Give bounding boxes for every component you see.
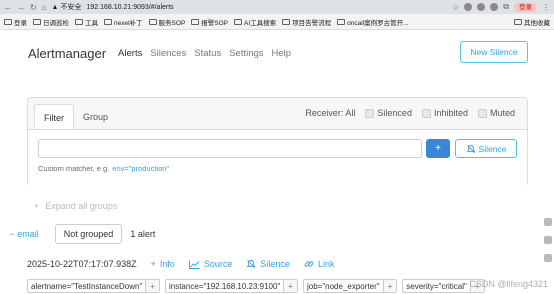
side-toolbar [544,218,553,262]
watermark: CSDN @lifeng4321 [469,279,548,289]
label-job[interactable]: job="node_exporter" + [302,279,398,293]
filter-card: Filter Group Receiver: All Silenced Inhi… [27,97,528,187]
checkbox-box [365,108,375,118]
folder-icon [282,18,291,25]
bookmark-item[interactable]: 工具 [75,17,98,27]
source-link[interactable]: Source [188,259,232,269]
extension-icon[interactable] [490,3,499,11]
plus-icon[interactable]: + [382,280,397,292]
folder-icon [33,18,41,25]
minus-icon: − [9,229,15,239]
new-silence-button[interactable]: New Silence [460,41,528,63]
nav-silences[interactable]: Silences [150,48,186,59]
chart-line-icon [188,260,200,269]
info-button[interactable]: + Info [151,259,175,269]
star-icon[interactable]: ☆ [452,3,459,12]
nav-status[interactable]: Status [194,48,221,59]
alert-count: 1 alert [130,229,156,239]
checkbox-box [421,108,431,118]
receiver-dropdown[interactable]: Receiver: All [305,108,355,118]
alert-group-header: − email Not grouped 1 alert [9,224,155,244]
app-navbar: Alertmanager Alerts Silences Status Sett… [0,31,554,75]
nav-alerts[interactable]: Alerts [118,48,142,59]
not-grouped-badge: Not grouped [54,224,123,244]
menu-icon[interactable]: ⋮ [542,3,550,12]
insecure-label: 不安全 [60,4,82,11]
bookmark-item[interactable]: AI工具搜索 [234,17,276,27]
reload-icon[interactable]: ↻ [30,3,37,12]
collapse-group-toggle[interactable]: − email [9,229,39,239]
url-field[interactable]: 192.168.10.21:9093/#/alerts [86,4,173,11]
folder-icon [4,18,12,25]
silence-alert-button[interactable]: Silence [246,259,290,269]
folder-icon [234,18,243,25]
bell-slash-icon [247,259,256,269]
plus-icon[interactable]: + [145,280,159,292]
sidebar-icon[interactable] [544,218,552,226]
alert-item: 2025-10-22T07:17:07.938Z + Info Source S… [27,259,334,269]
plus-icon: + [150,259,156,269]
nav-help[interactable]: Help [272,48,292,59]
home-icon[interactable]: ⌂ [42,3,47,12]
muted-checkbox[interactable]: Muted [477,108,515,118]
folder-icon [75,18,83,25]
bell-slash-icon [466,144,475,153]
insecure-indicator[interactable]: ▲ 不安全 [52,2,82,12]
bookmark-item[interactable]: 报警SOP [191,17,228,27]
login-button[interactable]: 登录 [514,2,537,12]
extension-icon[interactable] [464,3,473,11]
browser-address-bar: ← → ↻ ⌂ ▲ 不安全 192.168.10.21:9093/#/alert… [0,0,554,14]
bookmark-item[interactable]: 登录 [4,17,27,27]
matcher-input[interactable] [38,139,422,158]
link-button[interactable]: Link [304,259,334,269]
bookmark-item[interactable]: 项目告警流程 [282,17,331,27]
checkbox-box [477,108,487,118]
add-matcher-button[interactable]: + [426,139,450,158]
matcher-hint: Custom matcher, e.g. env="production" [38,164,170,173]
link-icon [304,261,314,267]
silenced-checkbox[interactable]: Silenced [365,108,412,118]
sidebar-icon[interactable] [544,236,552,244]
extension-icon[interactable] [477,3,486,11]
plus-icon[interactable]: + [283,280,297,292]
bookmark-item[interactable]: 日调巡检 [33,17,69,27]
expand-all-groups[interactable]: + Expand all groups [34,201,117,211]
folder-icon [104,18,112,25]
sidebar-icon[interactable] [544,254,552,262]
filter-tabs: Filter Group [34,104,117,130]
inhibited-checkbox[interactable]: Inhibited [421,108,468,118]
tab-group[interactable]: Group [74,104,117,130]
bookmarks-bar: 登录 日调巡检 工具 nexel补丁 服务SOP 报警SOP AI工具搜索 项目… [0,14,554,30]
back-icon[interactable]: ← [4,3,12,12]
folder-icon [148,18,157,25]
folder-icon [514,18,522,25]
forward-icon[interactable]: → [17,3,25,12]
split-view-icon[interactable]: ⧉ [503,2,509,12]
alert-labels: alertname="TestInstanceDown" + instance="… [27,279,485,293]
alert-timestamp: 2025-10-22T07:17:07.938Z [27,259,137,269]
label-alertname[interactable]: alertname="TestInstanceDown" + [27,279,160,293]
receiver-filters: Receiver: All Silenced Inhibited Muted [305,108,515,118]
filter-body: + Silence Custom matcher, e.g. env="produ… [28,129,527,187]
nav-settings[interactable]: Settings [229,48,263,59]
plus-icon: + [34,201,40,211]
folder-icon [337,18,346,25]
silence-filter-button[interactable]: Silence [455,139,517,158]
other-bookmarks[interactable]: 其他收藏 [514,17,550,27]
bookmark-item[interactable]: 服务SOP [148,17,185,27]
brand-logo[interactable]: Alertmanager [28,46,106,61]
bookmark-item[interactable]: nexel补丁 [104,17,143,27]
label-instance[interactable]: instance="192.168.10.23:9100" + [164,279,298,293]
folder-icon [191,18,200,25]
bookmark-item[interactable]: oncall案例罗古管开... [337,17,409,27]
warning-icon: ▲ [51,3,59,11]
tab-filter[interactable]: Filter [34,104,74,130]
